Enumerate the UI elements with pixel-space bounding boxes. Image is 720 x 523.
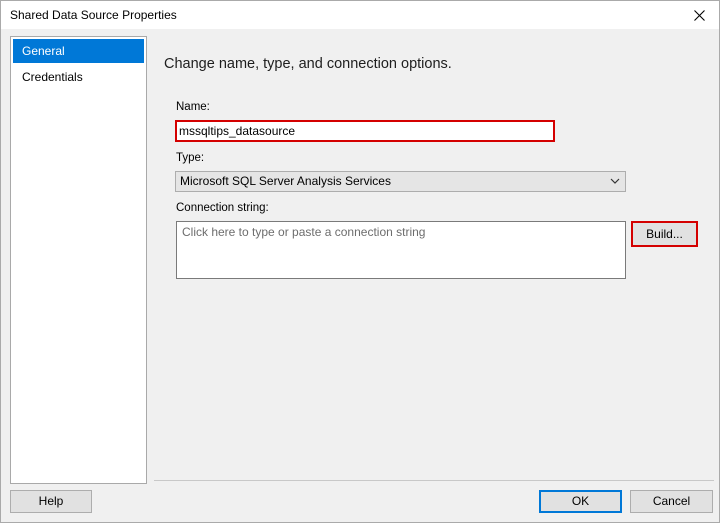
close-button[interactable] bbox=[679, 1, 719, 29]
footer-divider bbox=[154, 480, 714, 481]
connection-string-label: Connection string: bbox=[176, 202, 269, 214]
close-icon bbox=[693, 9, 705, 21]
build-button[interactable]: Build... bbox=[631, 221, 698, 247]
help-button[interactable]: Help bbox=[10, 490, 92, 513]
nav-item-credentials[interactable]: Credentials bbox=[13, 65, 144, 89]
connection-string-input[interactable] bbox=[176, 221, 626, 279]
name-input[interactable] bbox=[175, 120, 555, 142]
name-label: Name: bbox=[176, 101, 210, 113]
type-select[interactable]: Microsoft SQL Server Analysis Services bbox=[175, 171, 626, 192]
window-title: Shared Data Source Properties bbox=[10, 8, 177, 22]
ok-button[interactable]: OK bbox=[539, 490, 622, 513]
dialog-window: Shared Data Source Properties General Cr… bbox=[0, 0, 720, 523]
type-select-value: Microsoft SQL Server Analysis Services bbox=[180, 174, 391, 188]
type-label: Type: bbox=[176, 152, 205, 164]
nav-item-general[interactable]: General bbox=[13, 39, 144, 63]
page-heading: Change name, type, and connection option… bbox=[164, 56, 452, 72]
page-nav-list: General Credentials bbox=[10, 36, 147, 484]
title-bar: Shared Data Source Properties bbox=[1, 1, 719, 29]
chevron-down-icon bbox=[610, 178, 620, 184]
cancel-button[interactable]: Cancel bbox=[630, 490, 713, 513]
